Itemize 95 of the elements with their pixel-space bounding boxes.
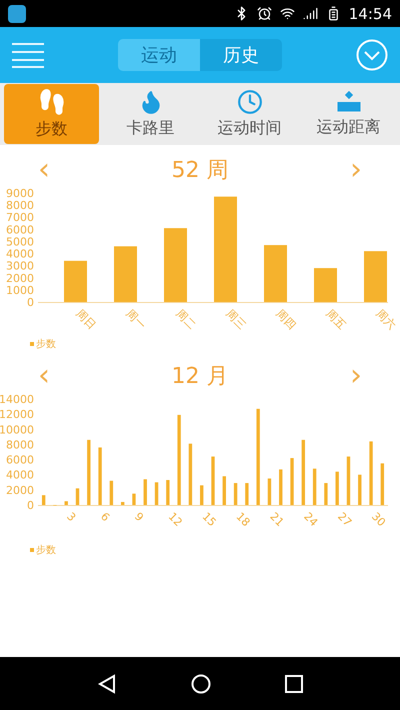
bar [200,485,204,505]
bar [166,480,170,505]
x-tick-label: 15 [200,510,219,530]
bar [312,468,316,505]
bar [211,456,215,505]
x-tick-label: 21 [267,510,286,530]
bar [364,251,387,302]
x-tick-label: 周四 [273,306,298,332]
x-tick-label: 3 [64,510,78,524]
bar [264,245,287,302]
x-tick-label: 9 [132,510,146,524]
app-icon [8,4,26,22]
x-tick-label: 24 [301,510,320,530]
segment-tab[interactable]: 运动 [118,39,200,71]
y-tick-label: 4000 [6,248,34,261]
previous-button[interactable]: ‹ [38,361,50,391]
footprints-icon [38,88,66,116]
y-tick-label: 6000 [6,223,34,236]
legend-label: 步数 [36,544,56,557]
bar [188,444,192,505]
bar [120,502,124,505]
metric-tab[interactable]: 步数 [4,84,99,144]
y-tick-label: 8000 [6,199,34,212]
x-tick-label: 周一 [123,306,148,332]
bar [380,463,384,505]
distance-icon [336,90,362,114]
y-tick-label: 1000 [6,284,34,297]
bar [76,488,80,505]
bar [346,456,350,505]
next-button[interactable]: › [350,155,362,185]
legend-label: 步数 [36,338,56,351]
y-tick-label: 3000 [6,260,34,273]
bar [64,501,68,505]
y-tick-label: 5000 [6,235,34,248]
metric-tab[interactable]: 卡路里 [103,84,198,144]
bar [369,441,373,505]
bar [314,268,337,302]
y-tick-label: 9000 [6,187,34,200]
period-title: 12 月 [172,363,228,391]
x-tick-label: 27 [335,510,354,530]
y-tick-label: 14000 [0,393,34,406]
x-tick-label: 周六 [373,306,398,332]
bar [114,246,137,302]
bar [144,479,147,505]
y-tick-label: 0 [27,499,34,512]
bar [268,478,272,505]
bar [290,458,294,505]
metric-tab[interactable]: 运动距离 [301,84,396,144]
bar [42,495,46,505]
bar [110,480,114,505]
segment-tab[interactable]: 历史 [200,39,282,71]
y-tick-label: 4000 [6,468,34,482]
bar [154,482,158,505]
previous-button[interactable]: ‹ [38,155,50,185]
signal-icon [302,6,318,21]
clock-icon [236,89,262,115]
bar [245,483,249,505]
x-tick-label: 30 [368,510,388,530]
recents-icon[interactable] [285,674,303,692]
metric-tab[interactable]: 运动时间 [202,84,297,144]
bar [98,447,102,505]
next-button[interactable]: › [350,361,362,391]
alarm-icon [256,6,272,21]
x-tick-label: 周五 [323,306,348,332]
y-tick-label: 10000 [0,423,34,436]
bar [324,483,328,505]
bar [279,469,282,505]
bar [336,472,339,505]
y-tick-label: 6000 [6,454,34,467]
back-icon[interactable] [97,674,117,694]
y-tick-label: 0 [27,296,34,309]
wifi-icon [280,6,295,21]
period-title: 52 周 [172,157,228,185]
y-tick-label: 7000 [6,211,34,224]
legend-swatch [30,342,34,346]
bar [64,260,87,302]
y-tick-label: 12000 [0,408,34,422]
home-icon[interactable] [191,674,211,694]
x-tick-label: 周二 [173,306,198,332]
bar [132,494,136,505]
y-tick-label: 2000 [6,484,34,497]
x-tick-label: 12 [166,510,185,530]
bar [302,440,306,505]
y-tick-label: 8000 [6,438,34,452]
x-tick-label: 周日 [73,306,98,332]
x-tick-label: 18 [233,510,253,530]
status-time: 14:54 [348,4,392,22]
x-tick-label: 周三 [223,306,248,332]
bar [87,440,90,505]
bar [234,483,238,505]
x-tick-label: 6 [98,510,112,524]
bar [358,474,362,505]
y-tick-label: 2000 [6,272,34,285]
legend-swatch [30,548,34,552]
bar [222,476,226,505]
